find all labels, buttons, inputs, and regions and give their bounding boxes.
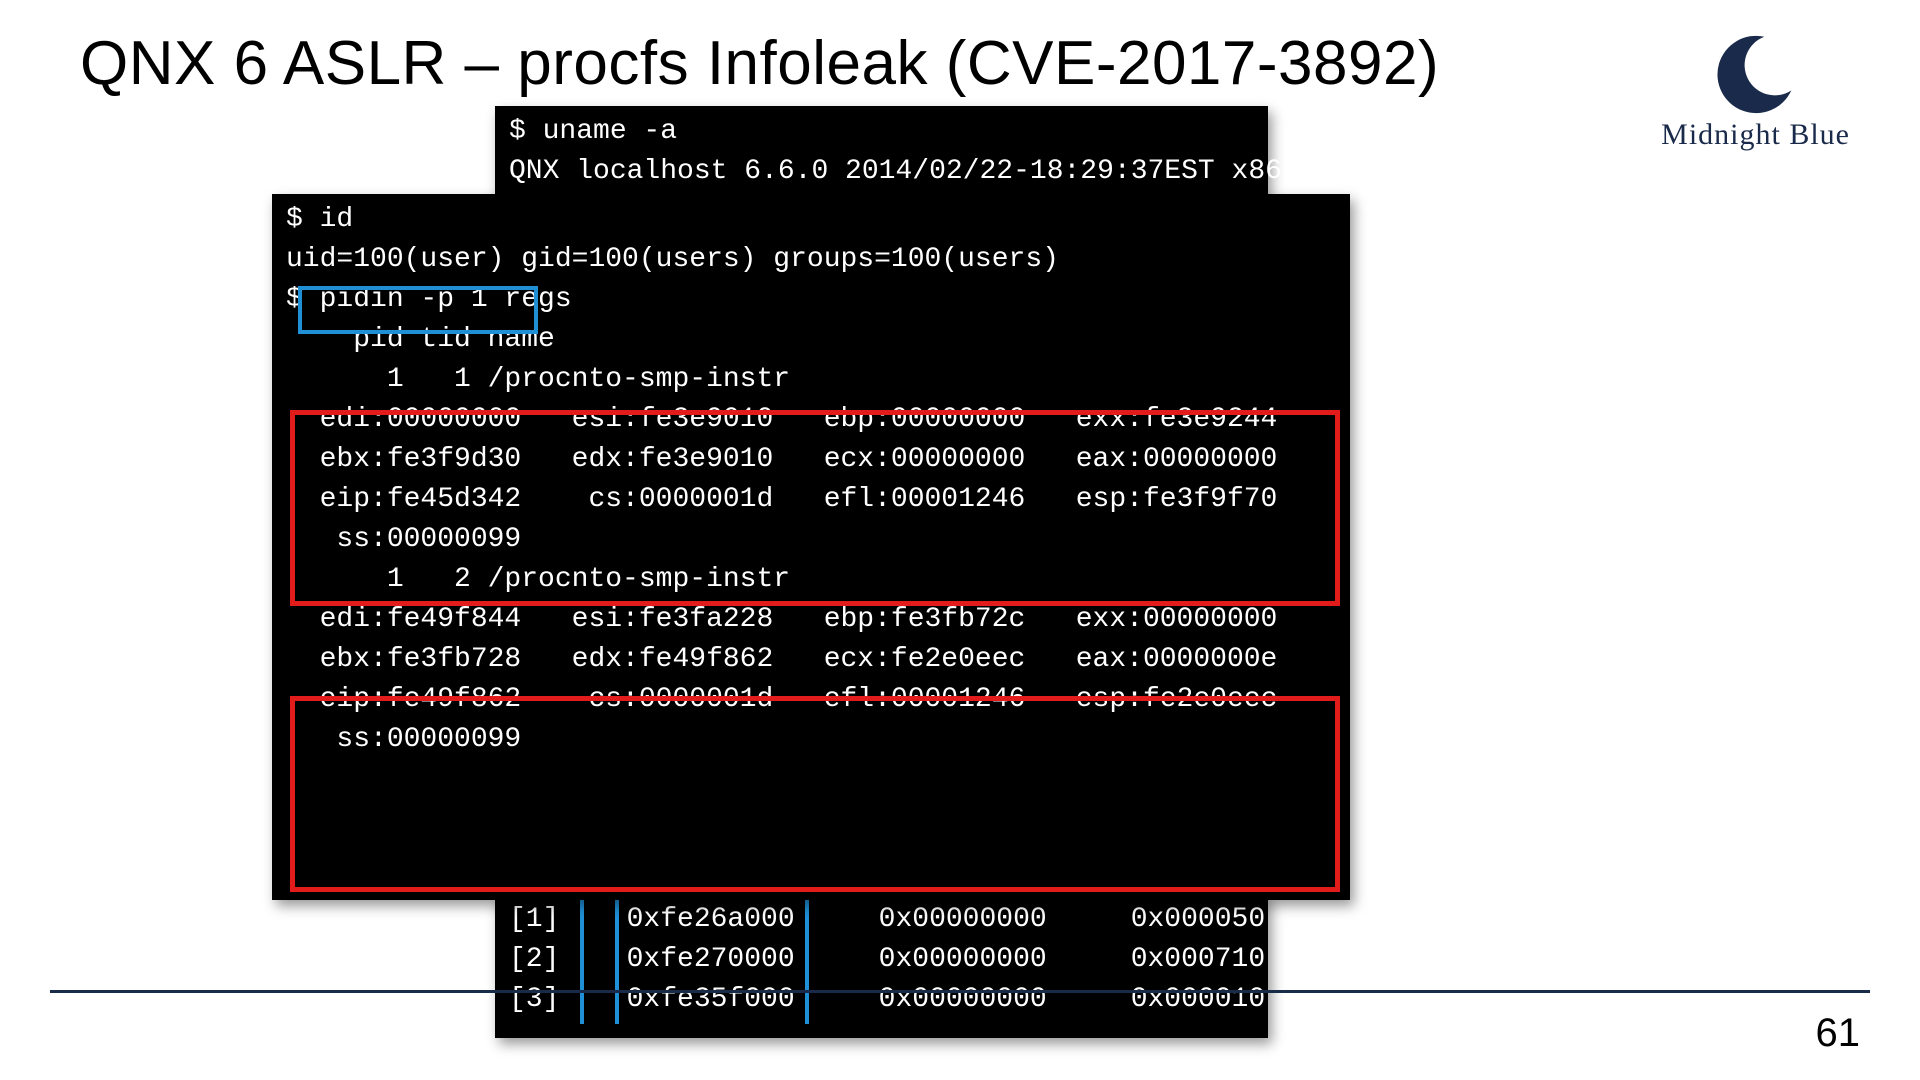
page-number: 61 [1816, 1011, 1861, 1056]
slide: QNX 6 ASLR – procfs Infoleak (CVE-2017-3… [0, 0, 1920, 1080]
term-line: pid tid name [286, 320, 1336, 360]
term-line: ebx:fe3fb728 edx:fe49f862 ecx:fe2e0eec e… [286, 640, 1336, 680]
term-line: [1] 0xfe26a000 0x00000000 0x000050 [509, 900, 1254, 940]
term-line: ebx:fe3f9d30 edx:fe3e9010 ecx:00000000 e… [286, 440, 1336, 480]
term-line: [3] 0xfe35f000 0x00000000 0x000010 [509, 980, 1254, 1020]
logo: Midnight Blue [1661, 30, 1850, 152]
highlight-column [580, 894, 584, 1024]
term-line: eip:fe49f862 cs:0000001d efl:00001246 es… [286, 680, 1336, 720]
term-line: 1 1 /procnto-smp-instr [286, 360, 1336, 400]
terminal-main: $ iduid=100(user) gid=100(users) groups=… [272, 194, 1350, 900]
terminal-uname: $ uname -a QNX localhost 6.6.0 2014/02/2… [495, 106, 1268, 200]
logo-text: Midnight Blue [1661, 118, 1850, 152]
term-line: ss:00000099 [286, 520, 1336, 560]
term-line: edi:00000000 esi:fe3e9010 ebp:00000000 e… [286, 400, 1336, 440]
term-line: [2] 0xfe270000 0x00000000 0x000710 [509, 940, 1254, 980]
term-line: ss:00000099 [286, 720, 1336, 760]
term-line: $ pidin -p 1 regs [286, 280, 1336, 320]
term-line: $ id [286, 200, 1336, 240]
term-line: uid=100(user) gid=100(users) groups=100(… [286, 240, 1336, 280]
term-line: QNX localhost 6.6.0 2014/02/22-18:29:37E… [509, 156, 1316, 187]
terminal-background: [1] 0xfe26a000 0x00000000 0x000050[2] 0x… [495, 894, 1268, 1038]
term-line: $ uname -a [509, 116, 677, 147]
term-line: edi:fe49f844 esi:fe3fa228 ebp:fe3fb72c e… [286, 600, 1336, 640]
footer-rule [50, 990, 1870, 993]
slide-title: QNX 6 ASLR – procfs Infoleak (CVE-2017-3… [80, 28, 1439, 99]
highlight-column [615, 894, 619, 1024]
moon-icon [1712, 30, 1800, 114]
highlight-column [805, 894, 809, 1024]
term-line: eip:fe45d342 cs:0000001d efl:00001246 es… [286, 480, 1336, 520]
term-line: 1 2 /procnto-smp-instr [286, 560, 1336, 600]
